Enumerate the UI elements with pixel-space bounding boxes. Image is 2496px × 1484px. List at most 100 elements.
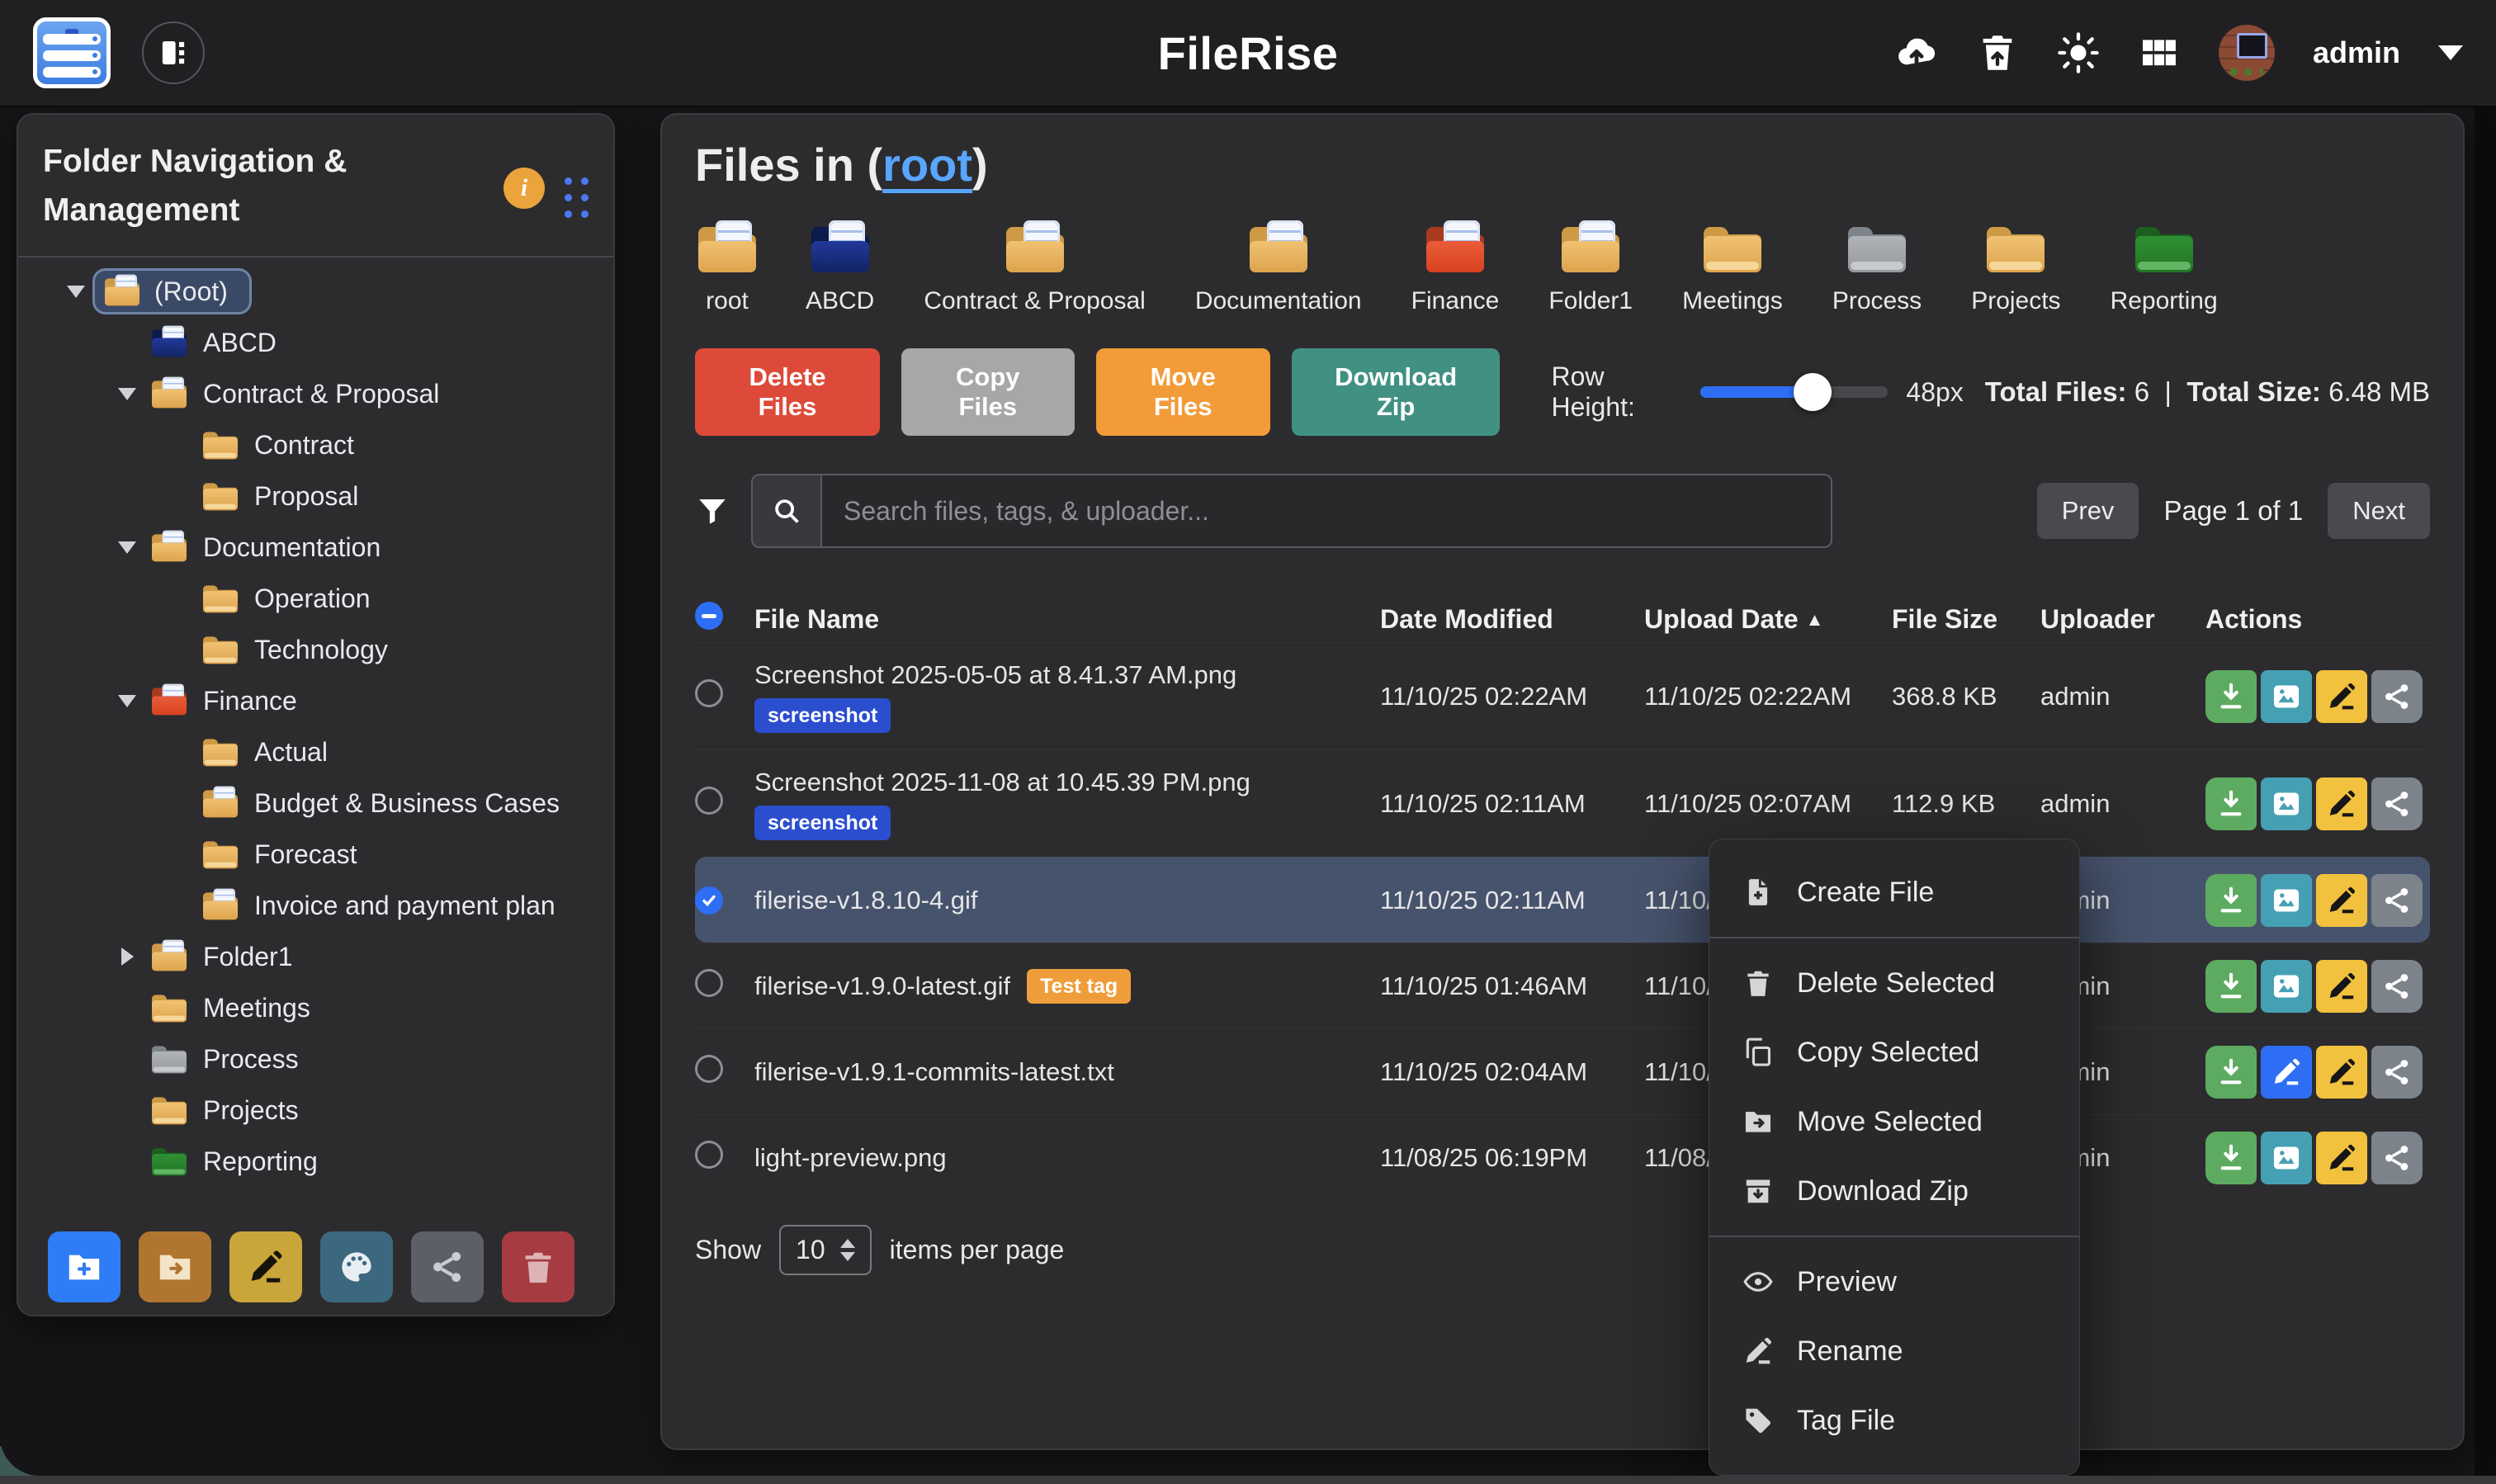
- tree-item-forecast[interactable]: Forecast: [43, 829, 589, 880]
- share-folder-button[interactable]: [411, 1231, 484, 1302]
- tree-item-projects[interactable]: Projects: [43, 1085, 589, 1136]
- move-files-button[interactable]: Move Files: [1096, 348, 1270, 436]
- rename-button[interactable]: [2316, 874, 2367, 927]
- rename-button[interactable]: [2316, 960, 2367, 1013]
- menu-item-download-zip[interactable]: Download Zip: [1709, 1156, 2079, 1226]
- row-checkbox[interactable]: [695, 1055, 723, 1083]
- download-button[interactable]: [2205, 874, 2257, 927]
- column-header-date-modified[interactable]: Date Modified: [1380, 604, 1644, 635]
- next-page-button[interactable]: Next: [2328, 483, 2430, 539]
- tree-item-meetings[interactable]: Meetings: [43, 982, 589, 1033]
- folder-card-root[interactable]: root: [698, 224, 756, 315]
- file-row-light-preview-png[interactable]: light-preview.png 11/08/25 06:19PM 11/08…: [695, 1114, 2430, 1200]
- folder-card-projects[interactable]: Projects: [1971, 224, 2060, 315]
- folder-card-abcd[interactable]: ABCD: [806, 224, 874, 315]
- menu-item-delete-selected[interactable]: Delete Selected: [1709, 948, 2079, 1018]
- caret-expanded-icon[interactable]: [116, 388, 139, 400]
- filter-funnel-icon[interactable]: [695, 492, 730, 530]
- info-button[interactable]: i: [503, 168, 545, 209]
- upload-button[interactable]: [1895, 31, 1938, 74]
- folder-card-meetings[interactable]: Meetings: [1682, 224, 1783, 315]
- rename-button[interactable]: [2316, 1132, 2367, 1184]
- share-button[interactable]: [2371, 670, 2423, 723]
- file-row-filerise-v1-9-0-latest-gif[interactable]: filerise-v1.9.0-latest.gifTest tag 11/10…: [695, 943, 2430, 1028]
- rename-folder-button[interactable]: [229, 1231, 302, 1302]
- rename-button[interactable]: [2316, 777, 2367, 830]
- theme-toggle-button[interactable]: [2057, 31, 2100, 74]
- tree-item-reporting[interactable]: Reporting: [43, 1136, 589, 1187]
- folder-card-documentation[interactable]: Documentation: [1195, 224, 1362, 315]
- edit-file-button[interactable]: [2261, 1046, 2312, 1099]
- search-input[interactable]: [820, 474, 1832, 548]
- file-row-filerise-v1-9-1-commits-latest-txt[interactable]: filerise-v1.9.1-commits-latest.txt 11/10…: [695, 1028, 2430, 1114]
- file-row-filerise-v1-8-10-4-gif[interactable]: filerise-v1.8.10-4.gif 11/10/25 02:11AM …: [695, 857, 2430, 943]
- prev-page-button[interactable]: Prev: [2037, 483, 2139, 539]
- sidebar-toggle-button[interactable]: [142, 21, 205, 84]
- column-header-uploader[interactable]: Uploader: [2040, 604, 2205, 635]
- apps-button[interactable]: [2138, 31, 2181, 74]
- avatar[interactable]: [2219, 25, 2275, 81]
- folder-card-contract-proposal[interactable]: Contract & Proposal: [924, 224, 1145, 315]
- selected-folder-pill[interactable]: (Root): [92, 268, 252, 314]
- create-folder-button[interactable]: [48, 1231, 121, 1302]
- column-header-file-name[interactable]: File Name: [754, 604, 1380, 635]
- preview-image-button[interactable]: [2261, 670, 2312, 723]
- drag-handle-icon[interactable]: [565, 177, 589, 218]
- share-button[interactable]: [2371, 1132, 2423, 1184]
- folder-card-finance[interactable]: Finance: [1411, 224, 1500, 315]
- menu-item-tag-file[interactable]: Tag File: [1709, 1386, 2079, 1455]
- copy-files-button[interactable]: Copy Files: [901, 348, 1075, 436]
- tree-item-root[interactable]: (Root): [43, 266, 589, 317]
- user-menu-caret-icon[interactable]: [2438, 45, 2463, 60]
- filerise-logo-icon[interactable]: [33, 17, 111, 88]
- folder-card-reporting[interactable]: Reporting: [2111, 224, 2218, 315]
- download-button[interactable]: [2205, 960, 2257, 1013]
- tree-item-finance[interactable]: Finance: [43, 675, 589, 726]
- preview-image-button[interactable]: [2261, 777, 2312, 830]
- preview-image-button[interactable]: [2261, 874, 2312, 927]
- tree-item-actual[interactable]: Actual: [43, 726, 589, 777]
- column-header-actions[interactable]: Actions: [2205, 604, 2430, 635]
- tree-item-contract-proposal[interactable]: Contract & Proposal: [43, 368, 589, 419]
- column-header-file-size[interactable]: File Size: [1892, 604, 2040, 635]
- trash-restore-button[interactable]: [1976, 31, 2019, 74]
- slider-thumb[interactable]: [1794, 373, 1832, 411]
- share-button[interactable]: [2371, 874, 2423, 927]
- menu-item-rename[interactable]: Rename: [1709, 1316, 2079, 1386]
- download-button[interactable]: [2205, 1046, 2257, 1099]
- file-row-screenshot-2025-11-08-at-10-45-39-pm-png[interactable]: Screenshot 2025-11-08 at 10.45.39 PM.png…: [695, 749, 2430, 857]
- tree-item-process[interactable]: Process: [43, 1033, 589, 1085]
- row-checkbox[interactable]: [695, 679, 723, 707]
- caret-expanded-icon[interactable]: [116, 541, 139, 554]
- row-checkbox[interactable]: [695, 1141, 723, 1169]
- column-header-upload-date[interactable]: Upload Date ▲: [1644, 604, 1892, 635]
- tree-item-technology[interactable]: Technology: [43, 624, 589, 675]
- select-all-checkbox[interactable]: [695, 602, 723, 630]
- preview-image-button[interactable]: [2261, 960, 2312, 1013]
- download-zip-button[interactable]: Download Zip: [1292, 348, 1501, 436]
- share-button[interactable]: [2371, 777, 2423, 830]
- tree-item-documentation[interactable]: Documentation: [43, 522, 589, 573]
- tree-item-invoice-and-payment-plan[interactable]: Invoice and payment plan: [43, 880, 589, 931]
- folder-card-folder1[interactable]: Folder1: [1548, 224, 1633, 315]
- row-checkbox[interactable]: [695, 969, 723, 997]
- row-checkbox[interactable]: [695, 787, 723, 815]
- caret-collapsed-icon[interactable]: [116, 948, 139, 966]
- tree-item-budget-business-cases[interactable]: Budget & Business Cases: [43, 777, 589, 829]
- rename-button[interactable]: [2316, 670, 2367, 723]
- download-button[interactable]: [2205, 670, 2257, 723]
- share-button[interactable]: [2371, 960, 2423, 1013]
- items-per-page-select[interactable]: 10: [779, 1225, 872, 1275]
- delete-files-button[interactable]: Delete Files: [695, 348, 880, 436]
- folder-card-process[interactable]: Process: [1832, 224, 1922, 315]
- tree-item-contract[interactable]: Contract: [43, 419, 589, 470]
- tree-item-folder1[interactable]: Folder1: [43, 931, 589, 982]
- file-row-screenshot-2025-05-05-at-8-41-37-am-png[interactable]: Screenshot 2025-05-05 at 8.41.37 AM.pngs…: [695, 642, 2430, 749]
- search-icon[interactable]: [751, 474, 820, 548]
- download-button[interactable]: [2205, 1132, 2257, 1184]
- caret-expanded-icon[interactable]: [64, 286, 87, 298]
- caret-expanded-icon[interactable]: [116, 695, 139, 707]
- menu-item-copy-selected[interactable]: Copy Selected: [1709, 1018, 2079, 1087]
- menu-item-create-file[interactable]: Create File: [1709, 858, 2079, 927]
- move-folder-button[interactable]: [139, 1231, 211, 1302]
